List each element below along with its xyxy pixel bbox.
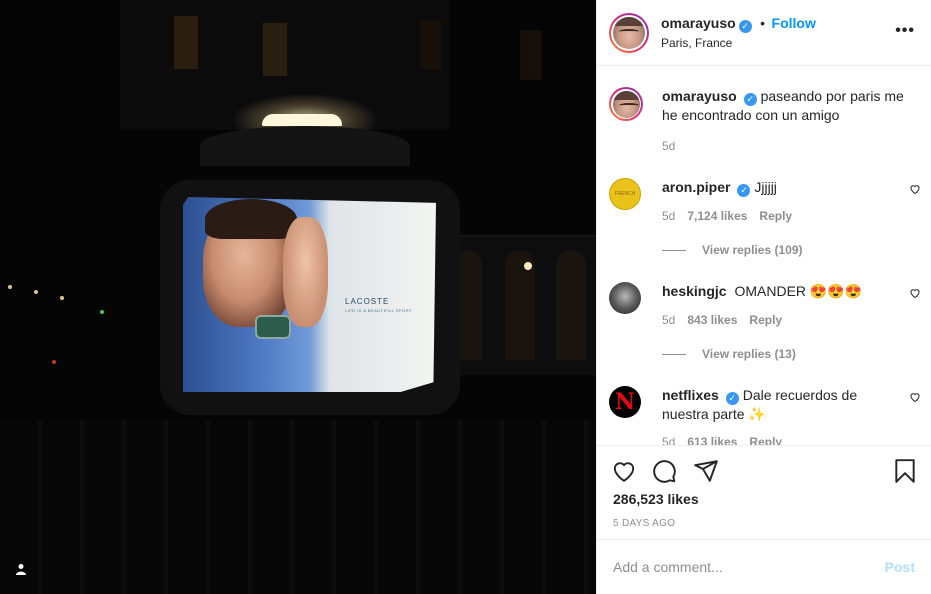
author-avatar[interactable] [609, 12, 649, 53]
verified-badge-icon: ✓ [725, 392, 739, 405]
comment-text: OMANDER 😍😍😍 [734, 283, 863, 299]
reply-button[interactable]: Reply [759, 209, 792, 223]
heart-icon[interactable] [909, 287, 921, 299]
window [262, 22, 288, 77]
window [173, 15, 199, 70]
street-lamp [524, 262, 532, 270]
street-light [8, 285, 12, 289]
bookmark-icon[interactable] [892, 458, 918, 484]
comment-body: aron.piper ✓ Jjjjjj [662, 178, 902, 197]
comment-item: heskingjc OMANDER 😍😍😍 5d 843 likes Reply V… [609, 282, 921, 372]
comments-list[interactable]: omarayuso ✓ paseando por paris me he enco… [597, 67, 931, 445]
caption-age: 5d [662, 139, 676, 153]
comment-age: 5d [662, 435, 676, 445]
lacoste-billboard: LACOSTE LIFE IS A BEAUTIFUL SPORT [183, 197, 436, 392]
post-location[interactable]: Paris, France [661, 36, 816, 50]
caption-avatar[interactable] [609, 87, 643, 121]
ad-hair [205, 199, 297, 239]
street-light [34, 290, 38, 294]
post-photo[interactable]: LACOSTE LIFE IS A BEAUTIFUL SPORT [0, 0, 596, 594]
comment-meta: 5d 843 likes Reply [662, 313, 782, 327]
author-meta: omarayuso ✓ • Follow Paris, France [661, 15, 816, 50]
author-username[interactable]: omarayuso [661, 15, 736, 31]
action-bar: 286,523 likes 5 DAYS AGO [597, 445, 931, 539]
verified-badge-icon: ✓ [738, 20, 752, 33]
more-options-icon[interactable]: ••• [895, 22, 915, 40]
comment-age: 5d [662, 313, 676, 327]
follow-button[interactable]: Follow [772, 15, 816, 31]
likes-count[interactable]: 286,523 likes [613, 491, 699, 507]
separator-dot: • [760, 15, 766, 31]
view-replies-button[interactable]: View replies (13) [662, 347, 796, 361]
comment-item: FRENCH aron.piper ✓ Jjjjjj 5d 7,124 likes R… [609, 178, 921, 268]
reply-button[interactable]: Reply [749, 313, 782, 327]
comment-meta: 5d 7,124 likes Reply [662, 209, 792, 223]
share-icon[interactable] [693, 458, 719, 484]
view-replies-button[interactable]: View replies (109) [662, 243, 803, 257]
comment-item: N netflixes ✓ Dale recuerdos de nuestra p… [609, 386, 921, 445]
comment-username[interactable]: heskingjc [662, 283, 727, 299]
post-side-panel: omarayuso ✓ • Follow Paris, France ••• om… [596, 0, 931, 594]
comment-username[interactable]: netflixes [662, 387, 719, 403]
kiosk-roof [200, 126, 410, 166]
ad-hands [283, 217, 328, 327]
heart-icon[interactable] [611, 458, 637, 484]
caption-body: omarayuso ✓ paseando por paris me he enco… [662, 87, 912, 124]
caption-username[interactable]: omarayuso [662, 88, 737, 104]
user-tag-icon[interactable] [12, 560, 30, 578]
ad-tagline: LIFE IS A BEAUTIFUL SPORT [345, 308, 412, 313]
comment-body: netflixes ✓ Dale recuerdos de nuestra par… [662, 386, 892, 423]
verified-badge-icon: ✓ [743, 93, 757, 106]
commenter-avatar[interactable]: FRENCH [609, 178, 641, 210]
heart-icon[interactable] [909, 183, 921, 195]
street-light [60, 296, 64, 300]
arch [556, 250, 586, 360]
post-age[interactable]: 5 DAYS AGO [613, 518, 675, 529]
kiosk-lamp [262, 114, 342, 126]
traffic-light [100, 310, 104, 314]
verified-badge-icon: ✓ [737, 184, 751, 197]
commenter-avatar[interactable]: N [609, 386, 641, 418]
avatar-image [612, 90, 640, 118]
ad-watch [255, 315, 291, 339]
window [520, 30, 542, 80]
post-header: omarayuso ✓ • Follow Paris, France ••• [597, 0, 931, 66]
caption: omarayuso ✓ paseando por paris me he enco… [609, 87, 919, 157]
window [420, 20, 442, 70]
comment-likes[interactable]: 613 likes [687, 435, 737, 445]
comment-input[interactable]: Add a comment... [613, 559, 723, 575]
comment-likes[interactable]: 7,124 likes [687, 209, 747, 223]
ad-brand: LACOSTE [345, 297, 390, 306]
comment-meta: 5d 613 likes Reply [662, 435, 782, 445]
traffic-light [52, 360, 56, 364]
comment-body: heskingjc OMANDER 😍😍😍 [662, 282, 902, 300]
iron-fence [0, 420, 596, 594]
comment-age: 5d [662, 209, 676, 223]
comment-icon[interactable] [651, 458, 677, 484]
comment-composer: Add a comment... Post [597, 539, 931, 594]
comment-text: Jjjjjj [754, 179, 777, 195]
heart-icon[interactable] [909, 391, 921, 403]
comment-username[interactable]: aron.piper [662, 179, 730, 195]
post-comment-button[interactable]: Post [885, 559, 915, 575]
comment-likes[interactable]: 843 likes [687, 313, 737, 327]
commenter-avatar[interactable] [609, 282, 641, 314]
reply-button[interactable]: Reply [749, 435, 782, 445]
avatar-image [613, 16, 645, 49]
